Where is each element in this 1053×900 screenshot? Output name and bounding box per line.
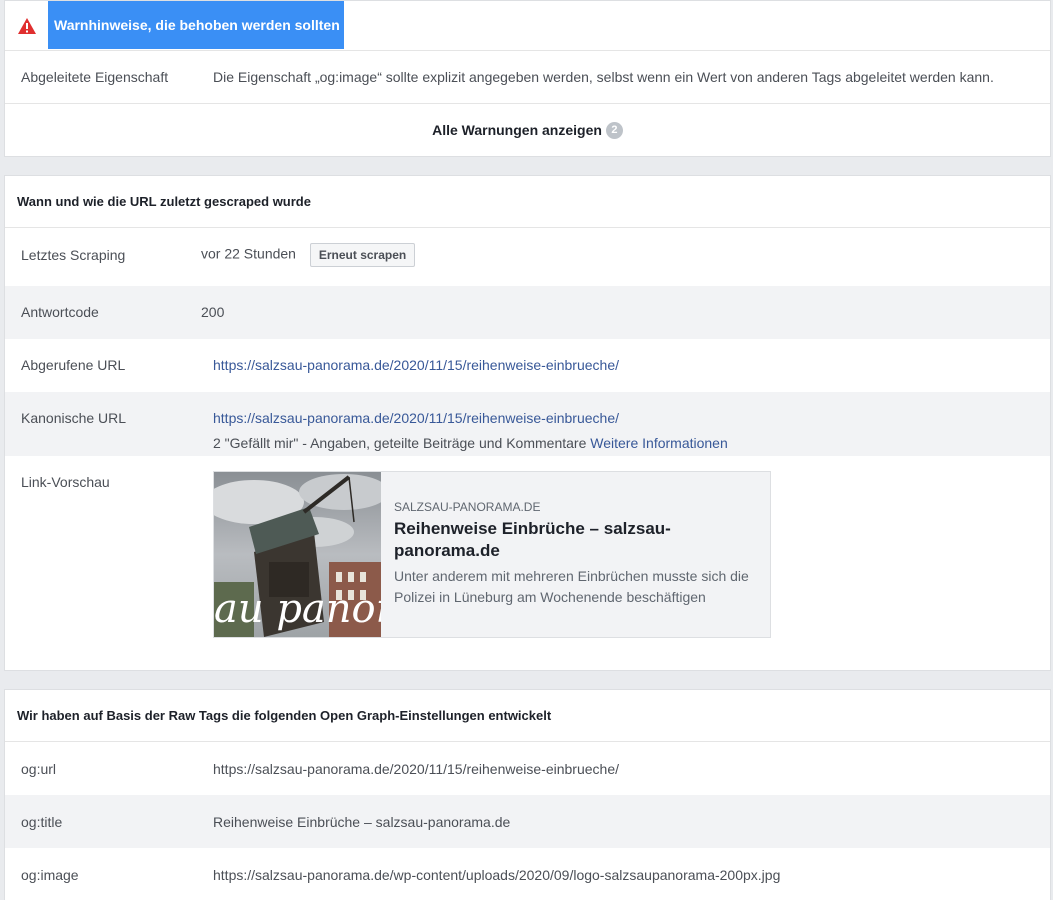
scrape-section-title: Wann und wie die URL zuletzt gescraped w… bbox=[5, 176, 1050, 228]
likes-text: 2 "Gefällt mir" - Angaben, geteilte Beit… bbox=[213, 435, 587, 451]
open-graph-panel: Wir haben auf Basis der Raw Tags die fol… bbox=[4, 689, 1051, 900]
fetched-url-row: Abgerufene URL https://salzsau-panorama.… bbox=[5, 339, 1050, 392]
og-title-key: og:title bbox=[21, 814, 63, 830]
preview-description: Unter anderem mit mehreren Einbrüchen mu… bbox=[394, 568, 749, 605]
og-section-title: Wir haben auf Basis der Raw Tags die fol… bbox=[5, 690, 1050, 742]
og-image-key: og:image bbox=[21, 867, 79, 883]
link-preview-row: Link-Vorschau au panor SALZSAU-PANORAMA.… bbox=[5, 456, 1050, 658]
last-scrape-row: Letztes Scraping vor 22 Stunden Erneut s… bbox=[5, 228, 1050, 286]
response-code-value: 200 bbox=[201, 304, 225, 320]
warnings-count-badge: 2 bbox=[605, 121, 623, 139]
og-image-row: og:image https://salzsau-panorama.de/wp-… bbox=[5, 848, 1050, 900]
fetched-url-link[interactable]: https://salzsau-panorama.de/2020/11/15/r… bbox=[213, 357, 619, 373]
og-title-value: Reihenweise Einbrüche – salzsau-panorama… bbox=[213, 814, 511, 830]
og-url-row: og:url https://salzsau-panorama.de/2020/… bbox=[5, 742, 1050, 795]
more-info-link[interactable]: Weitere Informationen bbox=[590, 435, 727, 451]
show-all-warnings-label: Alle Warnungen anzeigen bbox=[432, 122, 602, 138]
show-all-warnings-button[interactable]: Alle Warnungen anzeigen 2 bbox=[5, 104, 1050, 156]
warning-row: Abgeleitete Eigenschaft Die Eigenschaft … bbox=[5, 51, 1050, 104]
preview-domain: SALZSAU-PANORAMA.DE bbox=[394, 500, 541, 514]
likes-info: 2 "Gefällt mir" - Angaben, geteilte Beit… bbox=[213, 435, 728, 451]
warnings-title: Warnhinweise, die behoben werden sollten bbox=[48, 1, 344, 49]
link-preview-key: Link-Vorschau bbox=[21, 474, 110, 490]
og-title-row: og:title Reihenweise Einbrüche – salzsau… bbox=[5, 795, 1050, 848]
last-scrape-key: Letztes Scraping bbox=[21, 247, 126, 263]
last-scrape-value: vor 22 Stunden bbox=[201, 245, 296, 262]
rescrape-button[interactable]: Erneut scrapen bbox=[309, 243, 416, 267]
warning-triangle-icon bbox=[18, 18, 36, 34]
warning-key: Abgeleitete Eigenschaft bbox=[21, 69, 169, 85]
og-url-value: https://salzsau-panorama.de/2020/11/15/r… bbox=[213, 761, 619, 777]
preview-image: au panor bbox=[214, 472, 381, 637]
og-url-key: og:url bbox=[21, 761, 57, 777]
preview-image-overlay-text: au panor bbox=[214, 586, 381, 632]
scrape-info-panel: Wann und wie die URL zuletzt gescraped w… bbox=[4, 175, 1051, 671]
preview-text: SALZSAU-PANORAMA.DE Reihenweise Einbrüch… bbox=[394, 500, 764, 608]
canonical-url-row: Kanonische URL https://salzsau-panorama.… bbox=[5, 392, 1050, 456]
warnings-panel: Warnhinweise, die behoben werden sollten… bbox=[4, 0, 1051, 157]
preview-title: Reihenweise Einbrüche – salzsau-panorama… bbox=[394, 519, 671, 560]
link-preview-card[interactable]: au panor SALZSAU-PANORAMA.DE Reihenweise… bbox=[213, 471, 771, 638]
fetched-url-key: Abgerufene URL bbox=[21, 357, 126, 373]
response-code-row: Antwortcode 200 bbox=[5, 286, 1050, 339]
canonical-url-link[interactable]: https://salzsau-panorama.de/2020/11/15/r… bbox=[213, 410, 619, 426]
warning-value: Die Eigenschaft „og:image“ sollte expliz… bbox=[213, 69, 994, 85]
response-code-key: Antwortcode bbox=[21, 304, 99, 320]
canonical-url-key: Kanonische URL bbox=[21, 410, 127, 426]
og-image-value: https://salzsau-panorama.de/wp-content/u… bbox=[213, 867, 781, 883]
warnings-header: Warnhinweise, die behoben werden sollten bbox=[5, 1, 1050, 51]
